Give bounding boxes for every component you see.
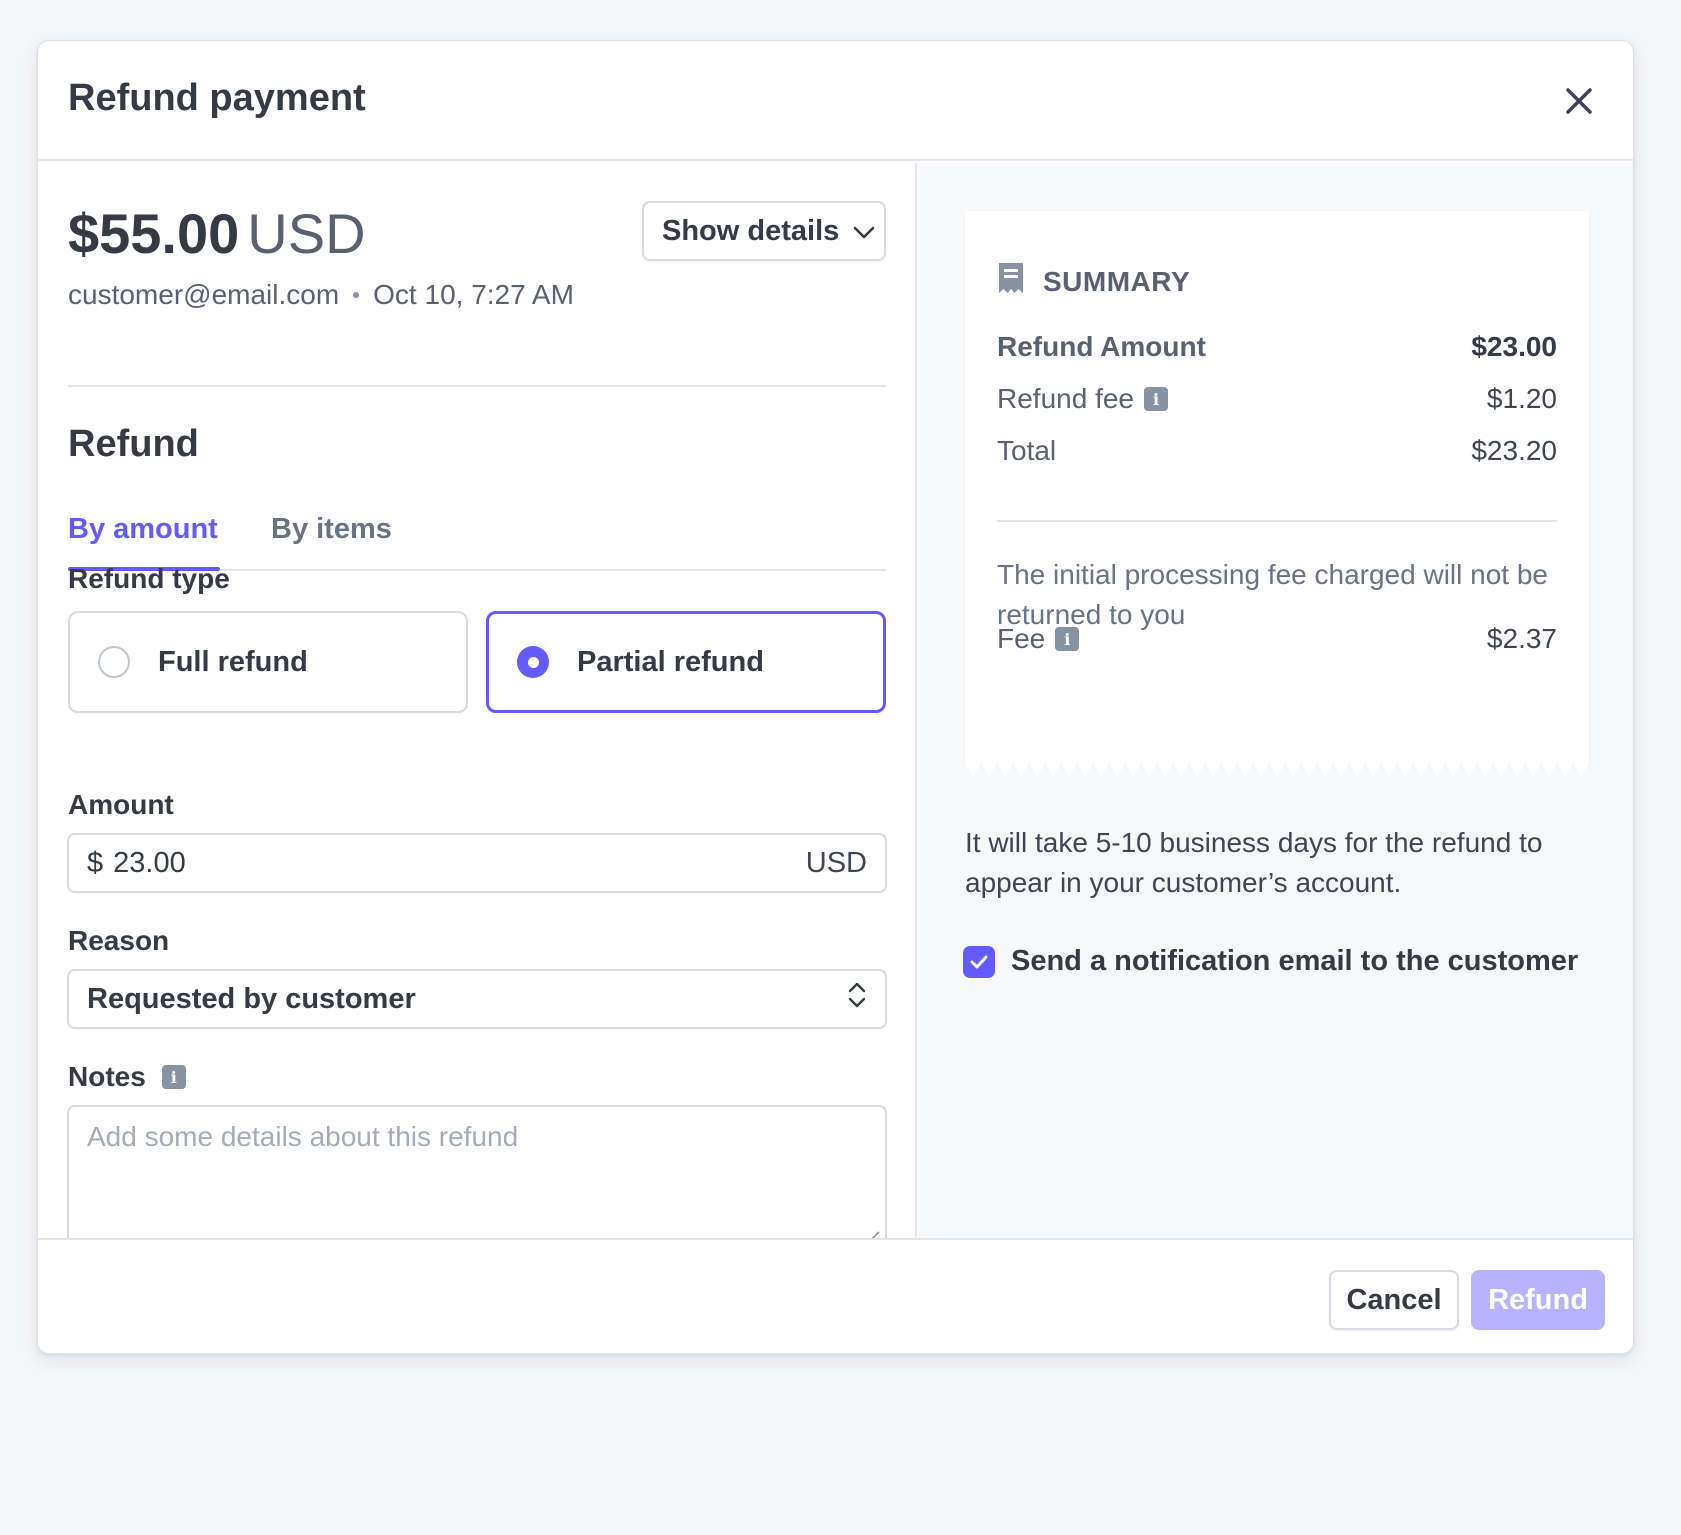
radio-unselected-icon [98, 646, 130, 678]
summary-row-value: $1.20 [1486, 383, 1557, 414]
refund-section-title: Refund [68, 423, 199, 465]
summary-row-value: $23.00 [1471, 331, 1557, 362]
amount-label: Amount [68, 789, 174, 820]
notes-placeholder: Add some details about this refund [87, 1121, 519, 1152]
amount-input[interactable]: $ 23.00 USD [67, 833, 887, 893]
notes-label: Notes [68, 1061, 146, 1092]
payment-currency: USD [247, 202, 366, 265]
info-icon[interactable]: i [161, 1065, 186, 1089]
radio-selected-icon [517, 646, 549, 678]
summary-receipt: SUMMARY Refund Amount $23.00 Refund fee … [965, 211, 1589, 763]
amount-prefix: $ [87, 846, 104, 879]
divider [68, 385, 886, 387]
fee-value: $2.37 [1486, 623, 1557, 654]
notes-label-row: Notes i [68, 1061, 186, 1093]
notify-label: Send a notification email to the custome… [1011, 945, 1579, 977]
summary-row-refund-fee: Refund fee i $1.20 [997, 383, 1557, 415]
payment-date: Oct 10, 7:27 AM [373, 279, 574, 310]
notify-customer-checkbox[interactable]: Send a notification email to the custome… [963, 945, 1578, 978]
show-details-label: Show details [662, 214, 840, 247]
tab-by-items[interactable]: By items [271, 513, 392, 546]
reason-label: Reason [68, 925, 170, 956]
amount-value: 23.00 [113, 846, 186, 879]
payment-amount-value: $55.00 [68, 202, 240, 265]
info-icon[interactable]: i [1055, 627, 1080, 651]
receipt-icon [997, 261, 1025, 302]
select-arrows-icon [847, 981, 867, 1017]
summary-title: SUMMARY [1043, 265, 1191, 297]
notes-textarea[interactable]: Add some details about this refund [67, 1105, 887, 1245]
summary-row-total: Total $23.20 [997, 435, 1557, 467]
info-icon[interactable]: i [1144, 387, 1168, 411]
partial-refund-option[interactable]: Partial refund [486, 611, 886, 713]
refund-time-note: It will take 5-10 business days for the … [965, 827, 1543, 898]
checkbox-checked-icon[interactable] [963, 945, 995, 978]
tab-by-amount[interactable]: By amount [68, 513, 220, 571]
summary-row-label: Refund fee [997, 383, 1134, 414]
fee-label: Fee [997, 623, 1046, 654]
refund-tabs: By amount By items [68, 499, 886, 571]
summary-header: SUMMARY [997, 261, 1190, 302]
close-icon[interactable] [1559, 81, 1599, 121]
payment-meta: customer@email.com Oct 10, 7:27 AM [68, 279, 574, 311]
summary-row-label: Refund Amount [997, 331, 1206, 362]
receipt-divider [997, 520, 1557, 522]
modal-header: Refund payment [38, 41, 1633, 161]
modal-footer: Cancel Refund [38, 1238, 1633, 1353]
fee-label-wrap: Fee i [997, 623, 1080, 655]
reason-select[interactable]: Requested by customer [67, 969, 887, 1029]
receipt-torn-edge [965, 763, 1589, 777]
full-refund-option[interactable]: Full refund [68, 611, 468, 713]
summary-row-fee: Fee i $2.37 [997, 623, 1557, 655]
refund-button[interactable]: Refund [1471, 1270, 1605, 1330]
summary-pane: SUMMARY Refund Amount $23.00 Refund fee … [919, 163, 1633, 1238]
show-details-button[interactable]: Show details [642, 201, 886, 261]
modal-title: Refund payment [68, 77, 366, 119]
refund-form-pane: $55.00 USD Show details customer@email.co… [38, 163, 917, 1245]
chevron-down-icon [853, 215, 875, 248]
full-refund-label: Full refund [158, 645, 308, 678]
customer-email: customer@email.com [68, 279, 340, 310]
amount-currency-suffix: USD [805, 846, 867, 879]
payment-amount: $55.00 USD [68, 201, 366, 266]
reason-value: Requested by customer [87, 982, 416, 1015]
refund-payment-modal: Refund payment $55.00 USD Show details cu… [37, 40, 1634, 1354]
partial-refund-label: Partial refund [577, 645, 764, 678]
summary-row-value: $23.20 [1471, 435, 1557, 466]
separator-dot [353, 292, 360, 298]
summary-row-refund-amount: Refund Amount $23.00 [997, 331, 1557, 363]
summary-row-label-wrap: Refund fee i [997, 383, 1168, 415]
summary-row-label: Total [997, 435, 1057, 466]
refund-type-label: Refund type [68, 563, 230, 594]
cancel-button[interactable]: Cancel [1329, 1270, 1459, 1330]
resize-handle-icon[interactable] [863, 1221, 881, 1245]
